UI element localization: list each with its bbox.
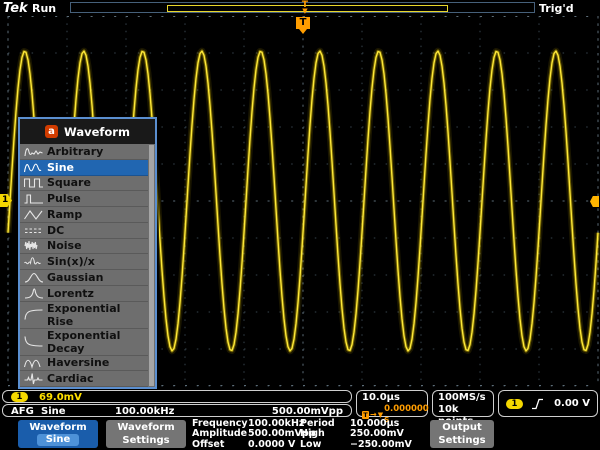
waveform-settings-button[interactable]: Waveform Settings [106,420,186,448]
trigger-position-flag-pointer [299,29,307,34]
acquisition-readout-box[interactable]: 100MS/s 10k points [432,390,494,417]
menu-item-exponential-rise[interactable]: Exponential Rise [20,302,148,329]
menu-item-label: Square [47,176,91,189]
menu-item-square[interactable]: Square [20,176,148,192]
multipurpose-knob-a-icon: a [45,125,58,138]
waveform-menu-list: Arbitrary Sine Square Pulse Ramp DC Noise Sin(x… [20,144,155,387]
param-label: Offset [192,440,248,450]
afg-readout-bar[interactable]: AFG Sine 100.00kHz 500.00mVpp [2,404,352,417]
pulse-wave-icon [20,192,47,205]
exp-decay-icon [20,335,47,348]
gaussian-wave-icon [20,271,47,284]
menu-item-label: Gaussian [47,271,103,284]
menu-item-arbitrary[interactable]: Arbitrary [20,144,148,160]
menu-item-label: Haversine [47,356,109,369]
afg-waveform-type: Sine [41,406,66,417]
menu-item-ramp[interactable]: Ramp [20,207,148,223]
arbitrary-wave-icon [20,145,47,158]
waveform-menu: a Waveform Arbitrary Sine Square Pulse Ramp D… [18,117,157,389]
channel1-readout-bar[interactable]: 1 69.0mV [2,390,352,403]
menu-item-label: Sin(x)/x [47,255,95,268]
menu-item-label: Ramp [47,208,82,221]
param-label: Low [300,440,350,450]
horizontal-scale: 10.0µs [362,392,427,404]
output-settings-button[interactable]: Output Settings [430,420,494,448]
horizontal-readout-box[interactable]: 10.0µs T → ▼ 0.000000 s [356,390,428,417]
waveform-button-title: Waveform [18,421,98,434]
acquisition-status: Run [32,2,56,15]
trigger-level-value: 0.00 V [554,398,590,409]
channel1-vertical-scale: 69.0mV [39,392,82,403]
sinc-wave-icon [20,255,47,268]
trigger-source-badge: 1 [506,399,523,409]
menu-item-sine[interactable]: Sine [20,160,148,176]
waveform-menu-title: Waveform [64,125,130,139]
oscilloscope-screen: Tek Run T ▼ Trig'd T 1 a Waveform Arbitr… [0,0,600,450]
trigger-position-flag[interactable]: T [296,17,310,29]
menu-item-label: Cardiac [47,372,94,385]
ramp-wave-icon [20,208,47,221]
channel1-badge: 1 [11,392,28,402]
rising-slope-icon [531,398,544,410]
tek-logo: Tek [3,1,28,16]
menu-scrollbar[interactable] [149,145,154,386]
afg-frequency: 100.00kHz [115,406,174,417]
menu-item-gaussian[interactable]: Gaussian [20,270,148,286]
menu-item-label: Pulse [47,192,81,205]
noise-wave-icon [20,239,47,252]
afg-label: AFG [11,406,34,417]
menu-item-sin-x-x[interactable]: Sin(x)/x [20,254,148,270]
square-wave-icon [20,176,47,189]
menu-item-label: Arbitrary [47,145,103,158]
menu-item-dc[interactable]: DC [20,223,148,239]
menu-item-label: DC [47,224,64,237]
menu-item-lorentz[interactable]: Lorentz [20,286,148,302]
afg-amplitude: 500.00mVpp [272,406,343,417]
afg-parameters-right: PeriodHighLow10.000µs250.00mV−250.00mV [300,419,412,450]
menu-item-haversine[interactable]: Haversine [20,356,148,372]
waveform-button[interactable]: Waveform Sine [18,420,98,448]
menu-item-label: Noise [47,239,82,252]
menu-item-label: Sine [47,161,74,174]
lorentz-wave-icon [20,287,47,300]
menu-item-label: Lorentz [47,287,94,300]
menu-item-noise[interactable]: Noise [20,239,148,255]
menu-item-cardiac[interactable]: Cardiac [20,371,148,387]
trigger-readout-box[interactable]: 1 0.00 V [498,390,598,417]
record-trigger-position-icon[interactable]: T ▼ [299,1,311,14]
dc-level-icon [20,224,47,237]
menu-item-pulse[interactable]: Pulse [20,191,148,207]
trigger-status: Trig'd [539,2,574,15]
waveform-menu-header: a Waveform [20,119,155,144]
param-value: −250.00mV [350,440,412,450]
menu-item-label: Exponential Decay [47,329,148,355]
afg-parameters-left: FrequencyAmplitudeOffset100.00kHz500.00m… [192,419,316,450]
haversine-wave-icon [20,356,47,369]
exp-rise-icon [20,308,47,321]
record-view-bar: T ▼ [70,2,535,13]
sample-rate: 100MS/s [438,392,493,404]
menu-item-exponential-decay[interactable]: Exponential Decay [20,329,148,356]
sine-wave-icon [20,161,47,174]
menu-item-label: Exponential Rise [47,302,148,328]
cardiac-wave-icon [20,372,47,385]
waveform-button-value: Sine [37,434,80,446]
menu-scrollbar-thumb[interactable] [149,145,154,386]
